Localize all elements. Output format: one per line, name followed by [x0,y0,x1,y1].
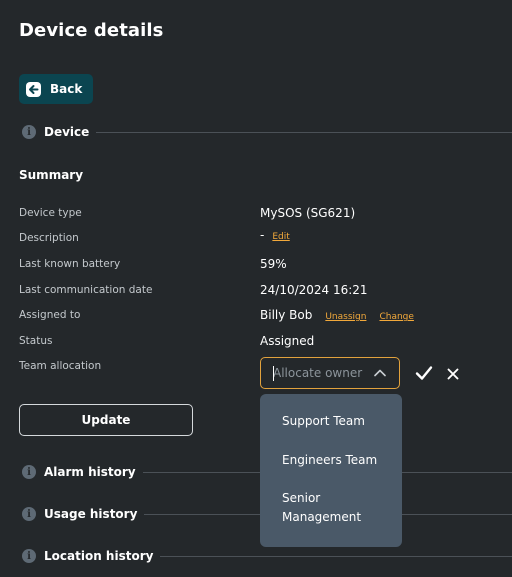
edit-link[interactable]: Edit [272,232,289,242]
section-divider [160,555,512,557]
unassign-link[interactable]: Unassign [325,312,366,322]
back-button-label: Back [50,82,83,96]
dropdown-option-senior-management[interactable]: Senior Management [282,489,392,527]
dropdown-option-support-team[interactable]: Support Team [282,412,392,431]
section-location-history[interactable]: i Location history [19,546,512,566]
battery-value: 59% [260,257,287,271]
info-icon: i [22,507,36,521]
assigned-to-value: Billy Bob [260,308,313,322]
info-icon: i [22,125,36,139]
dropdown-option-engineers-team[interactable]: Engineers Team [282,451,392,470]
chevron-up-icon [374,369,386,377]
change-link[interactable]: Change [379,312,413,322]
info-icon: i [22,549,36,563]
team-allocation-label: Team allocation [19,360,102,372]
section-alarm-history-label: Alarm history [44,465,136,479]
text-cursor [273,366,274,381]
page-title: Device details [19,20,164,41]
device-type-label: Device type [19,207,82,219]
device-type-value: MySOS (SG621) [260,206,356,220]
info-icon: i [22,465,36,479]
description-label: Description [19,232,79,244]
description-row: - Edit [260,228,290,242]
last-communication-value: 24/10/2024 16:21 [260,283,368,297]
last-communication-label: Last communication date [19,284,153,296]
status-value: Assigned [260,334,315,348]
description-value: - [260,228,265,242]
arrow-left-icon [26,81,41,97]
team-allocation-placeholder: Allocate owner [273,366,363,380]
team-allocation-select[interactable]: Allocate owner [260,357,400,389]
assigned-to-label: Assigned to [19,309,81,321]
summary-heading: Summary [19,168,84,182]
battery-label: Last known battery [19,258,121,270]
section-usage-history-label: Usage history [44,507,138,521]
assigned-to-row: Billy Bob Unassign Change [260,308,414,322]
close-icon[interactable] [446,367,460,381]
team-allocation-dropdown: Support Team Engineers Team Senior Manag… [260,394,402,547]
section-divider [96,131,512,133]
update-button[interactable]: Update [19,404,193,436]
back-button[interactable]: Back [19,74,93,104]
section-device[interactable]: i Device [19,122,512,142]
status-label: Status [19,335,53,347]
check-icon[interactable] [415,365,433,381]
section-device-label: Device [44,125,90,139]
section-location-history-label: Location history [44,549,154,563]
